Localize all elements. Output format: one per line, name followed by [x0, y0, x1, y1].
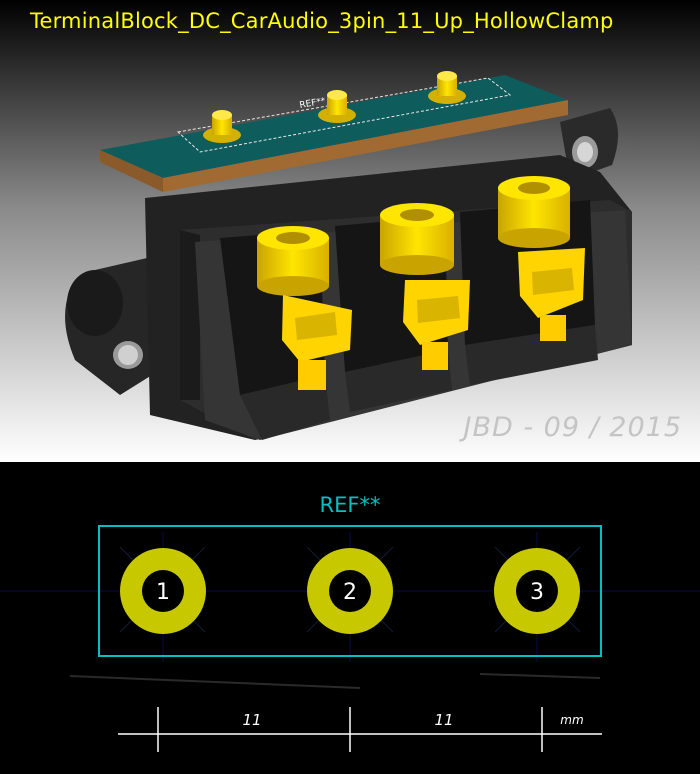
author-signature: JBD - 09 / 2015 [463, 412, 682, 443]
pad-number: 1 [156, 580, 170, 605]
dimension-spacing-2: 11 [434, 711, 453, 729]
pad-1: 1 [120, 548, 206, 634]
pad-3: 3 [494, 548, 580, 634]
dimension-spacing-1: 11 [242, 711, 261, 729]
footprint-preview-sheet: REF** TerminalBlock_DC_CarAudio_3pin_11_… [0, 0, 700, 770]
footprint-title: TerminalBlock_DC_CarAudio_3pin_11_Up_Hol… [30, 9, 614, 33]
fab-layer-traces [69, 673, 601, 689]
pad-number: 2 [343, 580, 357, 605]
3d-render-panel: REF** TerminalBlock_DC_CarAudio_3pin_11_… [0, 0, 700, 462]
footprint-canvas: REF** 1 2 3 11 11 mm [0, 493, 700, 752]
pad-2: 2 [307, 548, 393, 634]
3d-render-canvas: REF** [0, 0, 700, 462]
dimension-line [118, 707, 602, 752]
footprint-ref-label: REF** [320, 493, 381, 517]
pad-number: 3 [530, 580, 544, 605]
dimension-unit: mm [560, 713, 583, 727]
footprint-view-panel: REF** 1 2 3 11 11 mm [0, 462, 700, 770]
